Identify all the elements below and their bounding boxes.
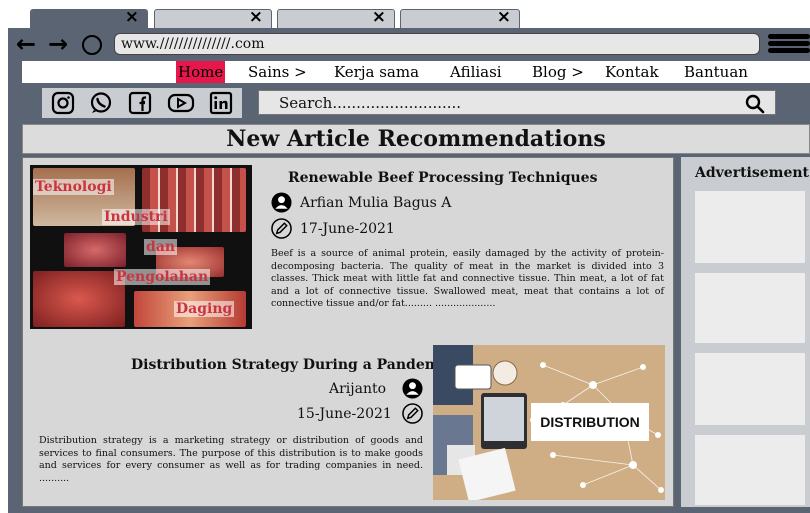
youtube-icon[interactable]	[167, 91, 195, 115]
article-1-title[interactable]: Renewable Beef Processing Techniques	[288, 167, 597, 186]
ad-slot-3[interactable]	[695, 353, 805, 425]
advertisement-sidebar: Advertisement	[681, 157, 810, 507]
image-caption-word: Teknologi	[33, 179, 114, 195]
article-1-author: Arfian Mulia Bagus A	[271, 192, 451, 213]
forward-arrow-icon[interactable]: →	[48, 30, 68, 58]
menu-item-afiliasi[interactable]: Afiliasi	[450, 61, 502, 83]
menu-item-kontak[interactable]: Kontak	[605, 61, 659, 83]
menu-item-blog[interactable]: Blog >	[532, 61, 584, 83]
social-icons-bar	[42, 88, 242, 118]
tab-close-icon[interactable]: ×	[249, 7, 263, 27]
image-caption-word: Pengolahan	[114, 269, 211, 285]
browser-toolbar: ← → www.///////////////.com	[8, 28, 810, 61]
steak-photo	[64, 233, 126, 267]
article-1-excerpt: Beef is a source of animal protein, easi…	[271, 248, 664, 309]
hamburger-menu-icon[interactable]	[768, 34, 810, 54]
meat-display-photo	[33, 271, 125, 327]
pencil-icon	[271, 218, 292, 239]
search-icon[interactable]	[745, 94, 765, 114]
tab-2[interactable]: ×	[154, 7, 272, 28]
pencil-icon	[402, 403, 423, 424]
image-caption-word: Industri	[102, 209, 170, 225]
instagram-icon[interactable]	[51, 91, 75, 115]
tab-close-icon[interactable]: ×	[372, 7, 386, 27]
article-2-title[interactable]: Distribution Strategy During a Pandemic	[131, 354, 453, 373]
whatsapp-icon[interactable]	[89, 91, 113, 115]
back-arrow-icon[interactable]: ←	[16, 30, 36, 58]
reload-icon[interactable]	[82, 35, 102, 55]
linkedin-icon[interactable]	[209, 91, 233, 115]
browser-window: ← → www.///////////////.com Home Sains >…	[8, 28, 810, 513]
menu-item-kerja-sama[interactable]: Kerja sama	[334, 61, 419, 83]
menu-item-bantuan[interactable]: Bantuan	[684, 61, 748, 83]
page-title-bar: New Article Recommendations	[22, 124, 810, 154]
tab-3[interactable]: ×	[277, 7, 395, 28]
ad-slot-2[interactable]	[695, 273, 805, 343]
menu-item-home[interactable]: Home	[176, 61, 226, 83]
ad-slot-1[interactable]	[695, 191, 805, 263]
tab-1[interactable]: ×	[30, 7, 148, 28]
image-caption-word: Daging	[174, 301, 235, 317]
article-2-image[interactable]: DISTRIBUTION	[433, 345, 665, 500]
site-nav-menu: Home Sains > Kerja sama Afiliasi Blog > …	[22, 61, 810, 83]
article-1-date: 17-June-2021	[271, 218, 395, 239]
article-2-author: Arijanto	[329, 378, 423, 399]
facebook-icon[interactable]	[128, 91, 152, 115]
distribution-image-label: DISTRIBUTION	[540, 414, 640, 430]
tab-close-icon[interactable]: ×	[497, 7, 511, 27]
tab-4[interactable]: ×	[400, 7, 520, 28]
advertisement-title: Advertisement	[695, 165, 810, 181]
article-1-image[interactable]: Teknologi Industri dan Pengolahan Daging	[30, 165, 252, 329]
article-2-date: 15-June-2021	[297, 403, 423, 424]
address-bar[interactable]: www.///////////////.com	[114, 33, 760, 55]
ad-slot-4[interactable]	[695, 435, 805, 505]
tab-bar: × × × ×	[0, 0, 810, 28]
search-input[interactable]: Search...........................	[279, 91, 461, 115]
search-box[interactable]: Search...........................	[258, 90, 776, 115]
tab-close-icon[interactable]: ×	[125, 7, 139, 27]
user-icon	[402, 378, 423, 399]
article-list: Teknologi Industri dan Pengolahan Daging…	[22, 157, 674, 507]
page-title: New Article Recommendations	[226, 126, 606, 152]
menu-item-sains[interactable]: Sains >	[248, 61, 307, 83]
article-2-excerpt: Distribution strategy is a marketing str…	[39, 435, 423, 484]
image-caption-word: dan	[144, 239, 178, 255]
user-icon	[271, 192, 292, 213]
